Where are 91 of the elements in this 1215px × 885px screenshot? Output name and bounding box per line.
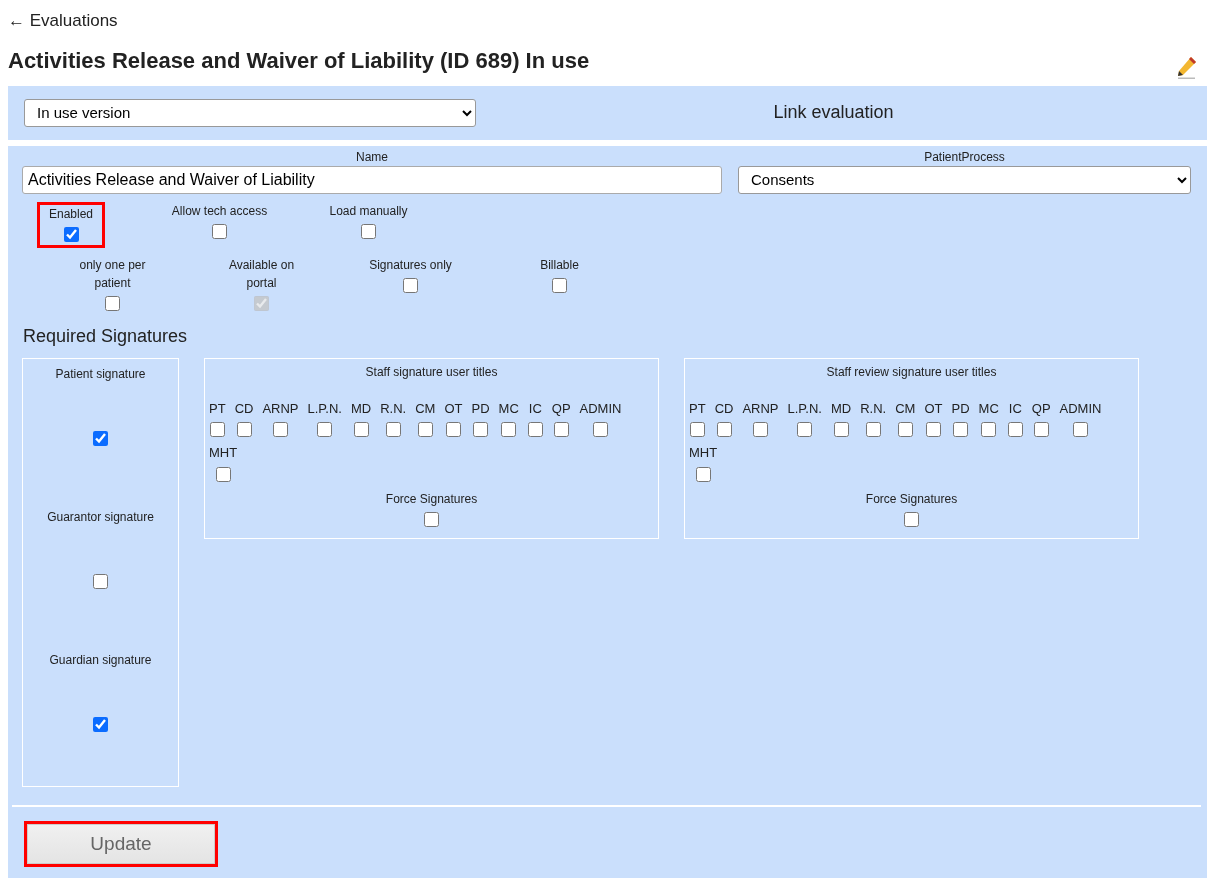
checkbox[interactable]: [689, 422, 705, 438]
title-label: PD: [951, 399, 970, 418]
title-label: MD: [351, 399, 372, 418]
title-label: ADMIN: [1059, 399, 1102, 418]
title-label: MC: [498, 399, 519, 418]
checkbox[interactable]: [424, 511, 439, 527]
checkbox[interactable]: [93, 716, 108, 732]
page-title: Activities Release and Waiver of Liability (ID 689) In use: [8, 47, 590, 74]
checkbox[interactable]: [212, 223, 227, 239]
checkbox[interactable]: [695, 466, 711, 482]
back-link[interactable]: ← Evaluations: [8, 8, 118, 34]
title-label: QP: [1031, 399, 1051, 418]
checkbox[interactable]: [272, 422, 288, 438]
title-label: MHT: [209, 444, 238, 463]
checkbox[interactable]: [105, 295, 120, 311]
checkbox[interactable]: [445, 422, 461, 438]
checkbox-label: Load manually: [329, 202, 408, 220]
checkbox-label: Force Signatures: [865, 490, 958, 508]
group-title: Staff signature user titles: [365, 363, 498, 381]
checkbox-label: Force Signatures: [385, 490, 478, 508]
checkbox-label: Billable: [540, 256, 579, 274]
title-label: PT: [689, 399, 706, 418]
title-label: CD: [234, 399, 254, 418]
title-label: L.P.N.: [787, 399, 822, 418]
checkbox[interactable]: [385, 422, 401, 438]
checkbox[interactable]: [236, 422, 252, 438]
checkbox[interactable]: [417, 422, 433, 438]
title-label: OT: [444, 399, 463, 418]
patient-process-select[interactable]: Consents: [738, 165, 1191, 194]
checkbox[interactable]: [215, 466, 231, 482]
title-label: PD: [471, 399, 490, 418]
checkbox[interactable]: [361, 223, 376, 239]
checkbox[interactable]: [317, 422, 333, 438]
checkbox[interactable]: [716, 422, 732, 438]
title-label: MD: [831, 399, 852, 418]
title-label: CM: [415, 399, 436, 418]
checkbox-label: Available on portal: [227, 256, 296, 292]
checkbox[interactable]: [353, 422, 369, 438]
checkbox[interactable]: [501, 422, 517, 438]
link-evaluation-text: Link evaluation: [773, 102, 894, 123]
checkbox[interactable]: [797, 422, 813, 438]
checkbox-label: only one per patient: [78, 256, 147, 292]
checkbox[interactable]: [593, 422, 608, 438]
field-label: PatientProcess: [923, 148, 1006, 166]
checkbox[interactable]: [833, 422, 849, 438]
checkbox[interactable]: [93, 430, 108, 446]
checkbox[interactable]: [93, 573, 108, 589]
title-label: QP: [551, 399, 571, 418]
title-label: L.P.N.: [307, 399, 342, 418]
checkbox[interactable]: [925, 422, 941, 438]
field-label: Name: [355, 148, 389, 166]
title-label: MC: [978, 399, 999, 418]
title-label: ADMIN: [579, 399, 622, 418]
checkbox[interactable]: [209, 422, 225, 438]
checkbox[interactable]: [981, 422, 997, 438]
checkbox-label: Patient signature: [55, 365, 146, 383]
version-select[interactable]: In use version: [24, 98, 476, 127]
checkbox[interactable]: [904, 511, 919, 527]
checkbox-label: Enabled: [48, 205, 93, 223]
title-label: R.N.: [860, 399, 887, 418]
title-label: ARNP: [262, 399, 299, 418]
title-label: MHT: [689, 444, 718, 463]
checkbox-label: Guardian signature: [49, 651, 152, 669]
title-label: IC: [1008, 399, 1022, 418]
title-label: OT: [924, 399, 943, 418]
checkbox[interactable]: [865, 422, 881, 438]
title-label: R.N.: [380, 399, 407, 418]
checkbox[interactable]: [403, 277, 418, 293]
checkbox[interactable]: [953, 422, 968, 438]
checkbox[interactable]: [473, 422, 488, 438]
checkbox[interactable]: [752, 422, 768, 438]
checkbox[interactable]: [1007, 422, 1023, 438]
checkbox[interactable]: [552, 277, 567, 293]
checkbox[interactable]: [1073, 422, 1088, 438]
title-label: PT: [209, 399, 226, 418]
checkbox[interactable]: [63, 226, 79, 242]
checkbox[interactable]: [527, 422, 543, 438]
section-heading: Required Signatures: [23, 324, 189, 348]
checkbox[interactable]: [897, 422, 913, 438]
group-title: Staff review signature user titles: [826, 363, 997, 381]
checkbox[interactable]: [553, 422, 569, 438]
title-label: CD: [714, 399, 734, 418]
checkbox-label: Guarantor signature: [47, 508, 154, 526]
checkbox-label: Signatures only: [369, 256, 452, 274]
update-button[interactable]: Update: [27, 823, 215, 864]
title-label: CM: [895, 399, 916, 418]
title-label: IC: [528, 399, 542, 418]
checkbox-label: Allow tech access: [171, 202, 268, 220]
checkbox[interactable]: [1033, 422, 1049, 438]
title-label: ARNP: [742, 399, 779, 418]
name-field[interactable]: Activities Release and Waiver of Liability: [22, 165, 722, 194]
